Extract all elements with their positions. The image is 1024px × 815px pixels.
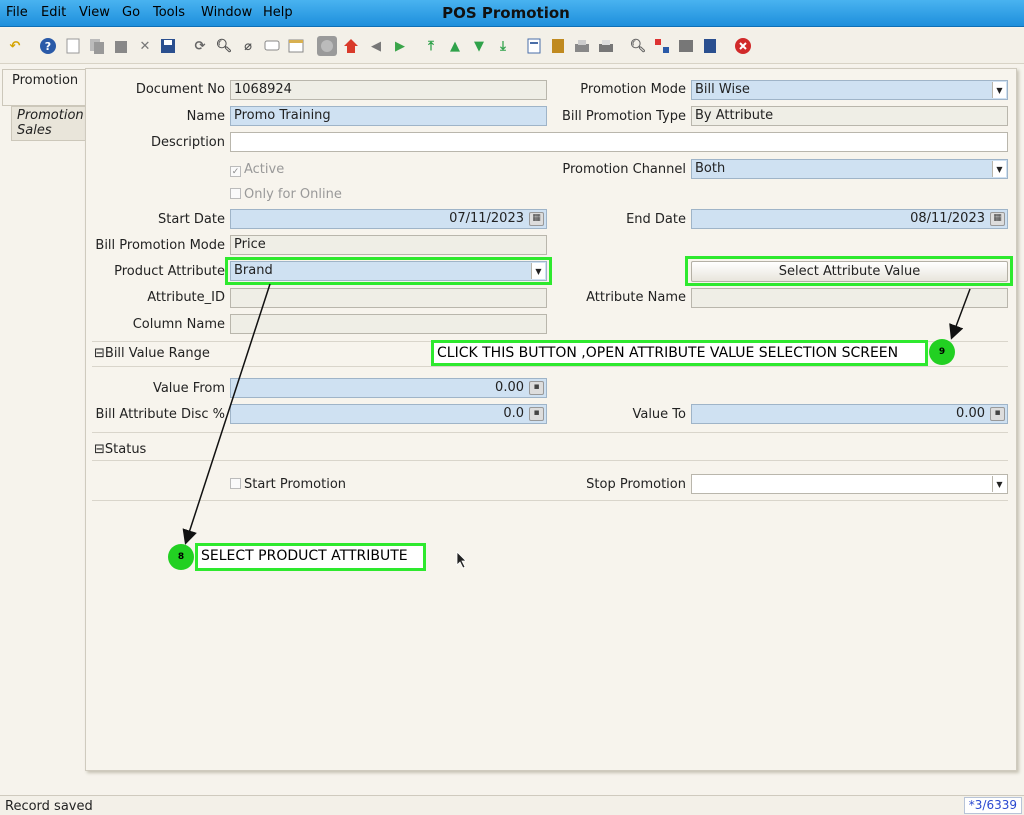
callout-9-badge: 9 [929, 339, 955, 365]
callout-8-text: SELECT PRODUCT ATTRIBUTE [195, 543, 426, 571]
callout-9-text: CLICK THIS BUTTON ,OPEN ATTRIBUTE VALUE … [431, 340, 928, 366]
status-message: Record saved [5, 799, 93, 814]
record-count[interactable]: *3/6339 [963, 797, 1022, 814]
arrow-to-callout-9 [949, 288, 971, 340]
callout-8-badge: 8 [168, 544, 194, 570]
arrow-to-callout-8 [182, 283, 271, 545]
annotation-arrows [182, 283, 971, 545]
status-bar: Record saved *3/6339 [0, 795, 1024, 815]
mouse-cursor-icon [456, 551, 467, 569]
